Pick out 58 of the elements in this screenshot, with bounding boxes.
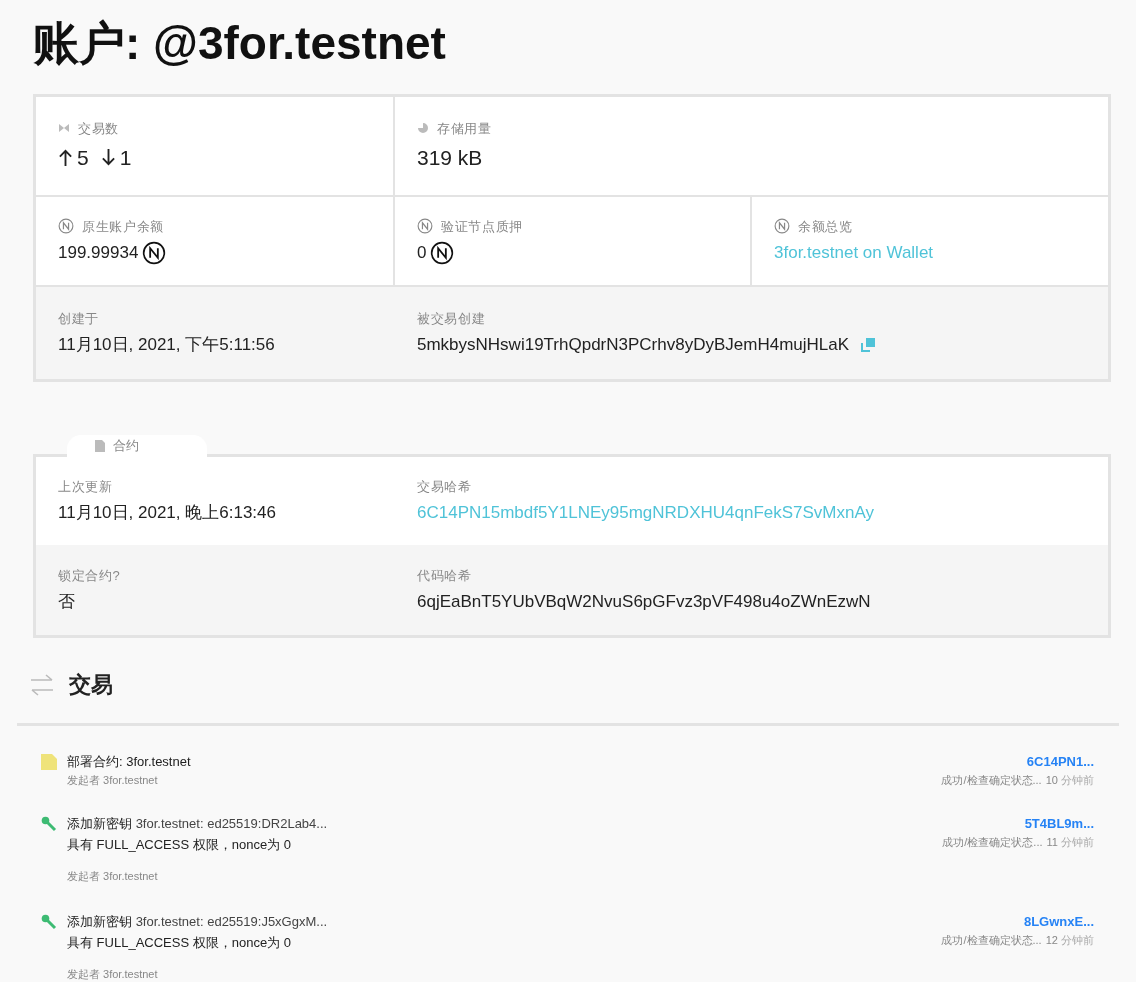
field-label: 交易数 <box>78 119 119 138</box>
time-ago: 11 分钟前 <box>1046 835 1094 850</box>
transaction-description: 具有 FULL_ACCESS 权限，nonce为 0 <box>67 934 292 952</box>
transaction-title: 部署合约: 3for.testnet <box>67 753 191 771</box>
field-label: 创建于 <box>58 309 99 328</box>
field-label: 上次更新 <box>58 477 113 496</box>
time-ago: 10 分钟前 <box>1045 773 1094 788</box>
field-label: 原生账户余额 <box>82 217 164 236</box>
status-text: 成功/检查确定状态... <box>941 933 1042 948</box>
transaction-title: 添加新密钥 3for.testnet: ed25519:DR2Lab4... <box>67 815 328 833</box>
near-coin-icon <box>774 218 790 235</box>
link[interactable]: 3for.testnet on Wallet <box>774 240 1086 266</box>
signer-text: 发起者 3for.testnet <box>67 773 159 788</box>
down-arrow-icon <box>100 148 116 168</box>
field-label: 交易哈希 <box>417 477 472 496</box>
copy-icon[interactable] <box>861 337 876 352</box>
transaction-description: 具有 FULL_ACCESS 权限，nonce为 0 <box>67 836 292 854</box>
link[interactable]: 6C14PN15mbdf5Y1LNEy95mgNRDXHU4qnFekS7SvMxnAy <box>417 500 1086 526</box>
contract-tab-label: 合约 <box>113 437 139 456</box>
bowtie-icon <box>58 122 70 135</box>
key-icon <box>41 914 57 930</box>
field-value: 6qjEaBnT5YUbVBqW2NvuS6pGFvz3pVF498u4oZWnEzwN <box>417 591 872 613</box>
transaction-hash-link[interactable]: 6C14PN1... <box>1026 752 1094 772</box>
field-label: 验证节点质押 <box>441 217 523 236</box>
transaction-hash-link[interactable]: 5T4BL9m... <box>1024 814 1094 834</box>
stat-value: 319 kB <box>417 145 484 171</box>
near-coin-icon <box>417 218 433 235</box>
transfer-arrows-icon <box>29 673 55 696</box>
field-label: 代码哈希 <box>417 566 472 585</box>
file-icon <box>95 440 105 452</box>
field-label: 余额总览 <box>798 217 853 236</box>
field-value: 11月10日, 2021, 晚上6:13:46 <box>58 502 277 524</box>
field-label: 存储用量 <box>437 119 492 138</box>
status-text: 成功/检查确定状态... <box>941 773 1042 788</box>
section-heading: 交易 <box>69 671 113 699</box>
outgoing-count: 5 <box>77 145 89 171</box>
transaction-hash-link[interactable]: 8LGwnxE... <box>1023 912 1094 932</box>
near-coin-icon <box>142 240 167 265</box>
signer-text: 发起者 3for.testnet <box>67 869 159 884</box>
transaction-hash: 5mkbysNHswi19TrhQpdrN3PCrhv8yDyBJemH4mujHLaK <box>417 334 850 356</box>
incoming-count: 1 <box>119 145 132 171</box>
field-value: 否 <box>58 591 76 613</box>
field-value: 11月10日, 2021, 下午5:11:56 <box>58 334 276 356</box>
key-icon <box>41 816 57 832</box>
up-arrow-icon <box>58 148 73 168</box>
page-title: 账户: @3for.testnet <box>33 16 447 71</box>
transaction-title: 添加新密钥 3for.testnet: ed25519:J5xGgxM... <box>67 913 328 931</box>
signer-text: 发起者 3for.testnet <box>67 967 159 982</box>
near-coin-icon <box>58 218 74 235</box>
time-ago: 12 分钟前 <box>1045 933 1094 948</box>
balance-value: 199.99934 <box>58 242 139 264</box>
field-label: 被交易创建 <box>417 309 486 328</box>
field-label: 锁定合约? <box>58 566 121 585</box>
status-text: 成功/检查确定状态... <box>942 835 1043 850</box>
near-coin-icon <box>430 240 455 265</box>
balance-value: 0 <box>417 242 427 264</box>
pie-chart-icon <box>417 122 429 135</box>
file-icon <box>41 754 57 770</box>
